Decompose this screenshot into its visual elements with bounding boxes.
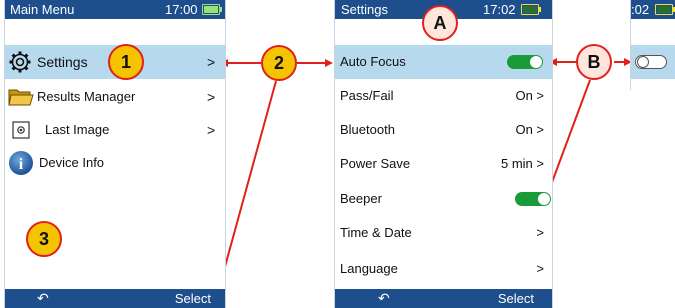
clock: :02 [631, 2, 650, 17]
clock: 17:02 [483, 2, 516, 17]
menu-item-label: Settings [37, 54, 88, 70]
setting-label: Power Save [340, 156, 411, 171]
battery-charging-icon [655, 4, 675, 15]
battery-charging-icon [521, 4, 541, 15]
setting-value: On > [515, 88, 544, 103]
setting-value: On > [515, 122, 544, 137]
title-bar: :02 [631, 0, 675, 19]
auto-focus-toggle-off[interactable] [635, 55, 667, 69]
callout-a: A [422, 5, 458, 41]
back-icon[interactable]: ↶ [37, 289, 49, 308]
select-softkey[interactable]: Select [175, 289, 211, 308]
clock: 17:00 [165, 2, 198, 17]
menu-item-label: Device Info [39, 155, 105, 170]
setting-auto-focus[interactable] [631, 45, 675, 79]
menu-item-device-info[interactable]: i Device Info [5, 146, 225, 180]
image-icon [12, 121, 30, 139]
title-bar: Main Menu 17:00 [5, 0, 225, 19]
callout-3: 3 [26, 221, 62, 257]
chevron-right-icon: > [207, 122, 216, 138]
setting-bluetooth[interactable]: Bluetooth On > [335, 113, 552, 147]
callout-1: 1 [108, 44, 144, 80]
arrow-2-to-select [215, 80, 277, 294]
settings-screen: Settings 17:02 Auto Focus Pass/Fail On >… [334, 0, 553, 308]
auto-focus-toggle[interactable] [507, 55, 543, 69]
bottom-bar: ↶ Select [335, 289, 552, 308]
screen-title: Main Menu [10, 2, 75, 17]
chevron-right-icon: > [207, 54, 216, 70]
setting-power-save[interactable]: Power Save 5 min > [335, 147, 552, 181]
setting-language[interactable]: Language > [335, 252, 552, 286]
menu-item-label: Results Manager [37, 89, 136, 104]
setting-label: Bluetooth [340, 122, 395, 137]
callout-2: 2 [261, 45, 297, 81]
setting-beeper[interactable]: Beeper [335, 182, 552, 216]
bottom-bar: ↶ Select [5, 289, 225, 308]
chevron-right-icon: > [536, 261, 544, 276]
chevron-right-icon: > [536, 225, 544, 240]
battery-icon [202, 4, 222, 15]
setting-label: Pass/Fail [340, 88, 394, 103]
setting-value: 5 min > [501, 156, 544, 171]
menu-item-results-manager[interactable]: Results Manager > [5, 80, 225, 114]
setting-auto-focus[interactable]: Auto Focus [335, 45, 552, 79]
callout-b: B [576, 44, 612, 80]
folder-icon [8, 89, 34, 106]
menu-item-last-image[interactable]: Last Image > [5, 113, 225, 147]
setting-label: Beeper [340, 191, 382, 206]
beeper-toggle[interactable] [515, 192, 551, 206]
menu-item-label: Last Image [45, 122, 110, 137]
back-icon[interactable]: ↶ [378, 289, 390, 308]
settings-screen-toggled-crop: :02 [630, 0, 675, 90]
chevron-right-icon: > [207, 89, 216, 105]
select-softkey[interactable]: Select [498, 289, 534, 308]
setting-label: Language [340, 261, 398, 276]
setting-time-date[interactable]: Time & Date > [335, 216, 552, 250]
setting-pass-fail[interactable]: Pass/Fail On > [335, 79, 552, 113]
setting-label: Auto Focus [340, 54, 406, 69]
info-icon: i [9, 151, 33, 175]
setting-label: Time & Date [340, 225, 412, 240]
screen-title: Settings [341, 2, 388, 17]
svg-text:i: i [19, 156, 24, 173]
gear-icon [9, 51, 31, 73]
